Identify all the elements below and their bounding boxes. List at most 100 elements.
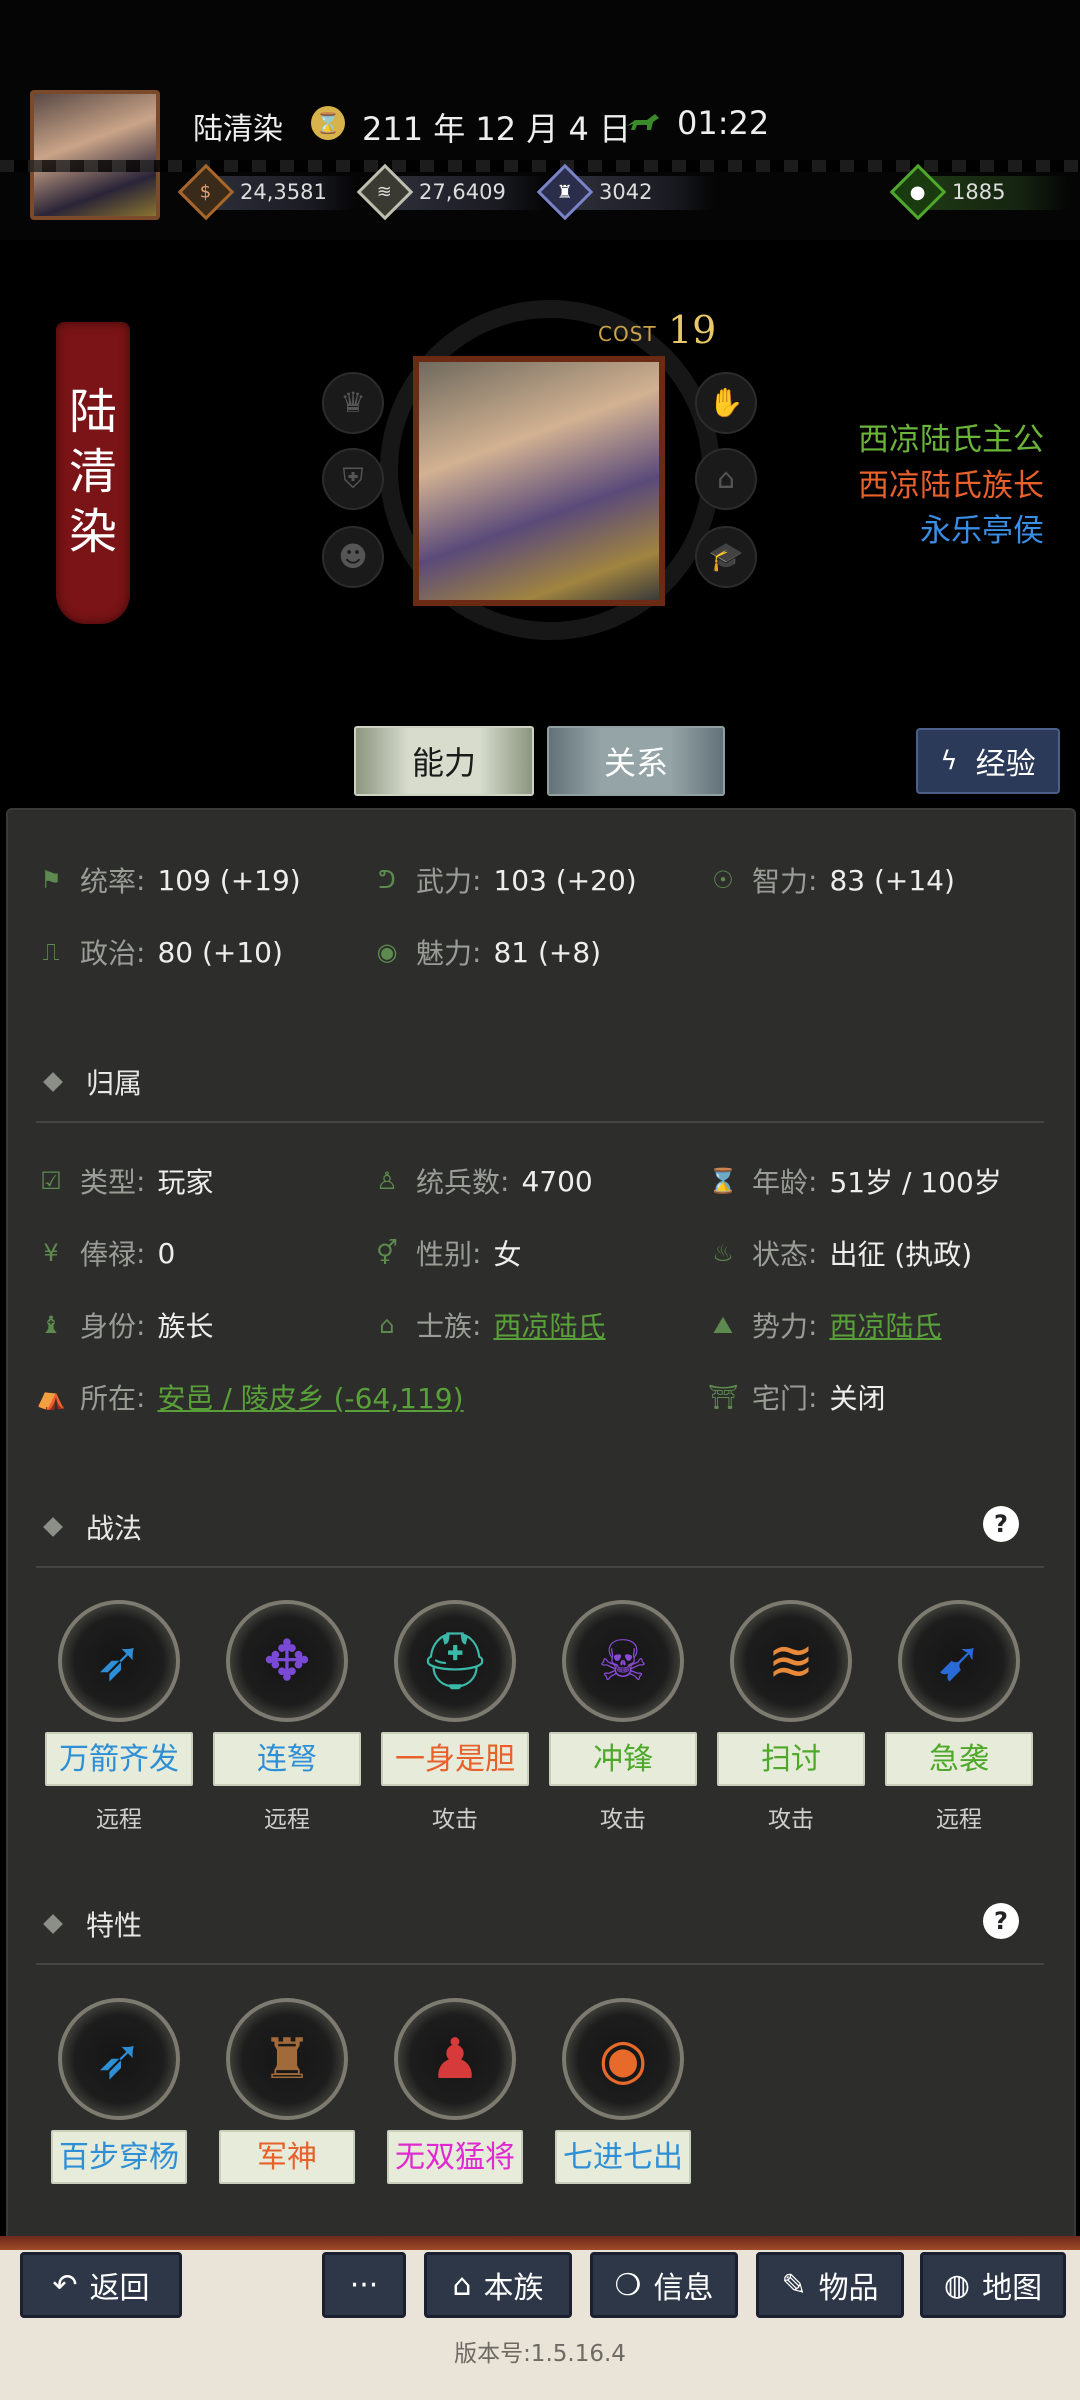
game-time: 01:22 <box>677 104 770 142</box>
divider <box>36 1566 1044 1568</box>
location-link[interactable]: 安邑 / 陵皮乡 (-64,119) <box>157 1377 463 1417</box>
more-button[interactable]: ··· <box>322 2252 406 2318</box>
resource-food[interactable]: ≋ 27,6409 <box>356 163 545 221</box>
calendar-check-icon: ☑ <box>40 1167 62 1195</box>
cost-value: 19 <box>668 308 717 352</box>
exp-button[interactable]: ϟ 经验 <box>916 728 1060 794</box>
hat-slot-icon[interactable]: ⌂ <box>695 448 757 510</box>
cost-label: COST <box>598 322 657 346</box>
coin-icon: $ <box>177 163 235 221</box>
hero-title-2: 西凉陆氏族长 <box>858 468 1044 504</box>
eye-icon: ◉ <box>376 938 398 966</box>
helmet-icon: ⛑ <box>394 1600 516 1722</box>
yen-icon: ¥ <box>43 1239 59 1267</box>
resource-money[interactable]: $ 24,3581 <box>177 163 356 221</box>
pouch-icon: ● <box>889 163 947 221</box>
tactic-item[interactable]: ☠ 冲锋 攻击 <box>548 1600 698 1834</box>
gate-icon: ⛩ <box>708 1383 739 1411</box>
traits-help-icon[interactable]: ? <box>983 1903 1019 1939</box>
info-clan: ⌂ 士族: 西凉陆氏 <box>372 1305 605 1345</box>
info-identity: ♝ 身份: 族长 <box>36 1305 213 1345</box>
map-button[interactable]: ◍ 地图 <box>920 2252 1066 2318</box>
info-gate: ⛩ 宅门: 关闭 <box>708 1380 886 1416</box>
calendar-icon: ⌛ <box>311 106 345 140</box>
back-button[interactable]: ↶ 返回 <box>20 2252 182 2318</box>
scholar-slot-icon[interactable]: 🎓 <box>695 526 757 588</box>
trait-item[interactable]: ◉ 七进七出 <box>548 1998 698 2184</box>
trait-item[interactable]: ➶ 百步穿杨 <box>44 1998 194 2184</box>
info-location: ⛺ 所在: 安邑 / 陵皮乡 (-64,119) <box>36 1377 463 1417</box>
info-type: ☑ 类型: 玩家 <box>36 1161 213 1201</box>
player-avatar[interactable] <box>30 90 160 220</box>
tent-icon: ⛺ <box>36 1383 66 1411</box>
stat-intellect: ☉ 智力: 83 (+14) <box>708 860 955 900</box>
hero-title-3: 永乐亭侯 <box>920 513 1044 549</box>
section-traits: 特性 <box>36 1904 142 1944</box>
diamond-icon <box>43 1914 63 1934</box>
divider <box>36 1963 1044 1965</box>
bag-icon: ✎ <box>781 2267 807 2303</box>
trait-item[interactable]: ♟ 无双猛将 <box>380 1998 530 2184</box>
clan-button[interactable]: ⌂ 本族 <box>424 2252 572 2318</box>
tactic-item[interactable]: ≋ 扫讨 攻击 <box>716 1600 866 1834</box>
soldier-icon: ♜ <box>536 163 594 221</box>
info-status: ♨ 状态: 出征 (执政) <box>708 1233 972 1273</box>
age-icon: ⌛ <box>708 1167 738 1195</box>
faction-link[interactable]: 西凉陆氏 <box>829 1305 941 1345</box>
hero-name-banner: 陆 清 染 <box>56 322 130 624</box>
items-button[interactable]: ✎ 物品 <box>756 2252 904 2318</box>
chess-icon: ♝ <box>40 1311 62 1339</box>
player-name: 陆清染 <box>193 112 283 147</box>
divider <box>36 1121 1044 1123</box>
crossbow-icon: ✥ <box>226 1600 348 1722</box>
arrows-icon: ➶ <box>58 1600 180 1722</box>
hero-portrait[interactable] <box>413 356 665 606</box>
crown-slot-icon[interactable]: ♛ <box>322 372 384 434</box>
mask-slot-icon[interactable]: ☻ <box>322 526 384 588</box>
sweep-icon: ≋ <box>730 1600 852 1722</box>
info-troop-count: ♙ 统兵数: 4700 <box>372 1161 592 1201</box>
arm-icon: ᕤ <box>378 866 396 894</box>
grain-icon: ≋ <box>356 163 414 221</box>
eye-shield-icon: ◉ <box>562 1998 684 2120</box>
hat-icon: ⌂ <box>379 1311 395 1339</box>
status-icon: ♨ <box>712 1239 734 1267</box>
info-gender: ⚥ 性别: 女 <box>372 1233 521 1273</box>
resource-troops[interactable]: ♜ 3042 <box>536 163 715 221</box>
version-label: 版本号:1.5.16.4 <box>454 2341 626 2367</box>
section-affiliation: 归属 <box>36 1062 142 1102</box>
tactic-item[interactable]: ➹ 急袭 远程 <box>884 1600 1034 1834</box>
info-salary: ¥ 俸禄: 0 <box>36 1233 175 1273</box>
tab-ability[interactable]: 能力 <box>354 726 534 796</box>
person-icon: ♙ <box>376 1167 398 1195</box>
stat-force: ᕤ 武力: 103 (+20) <box>372 860 637 900</box>
stat-politics: ⎍ 政治: 80 (+10) <box>36 932 283 972</box>
tactic-item[interactable]: ➶ 万箭齐发 远程 <box>44 1600 194 1834</box>
gender-icon: ⚥ <box>376 1239 398 1267</box>
chat-icon: ❍ <box>614 2267 642 2303</box>
raid-icon: ➹ <box>898 1600 1020 1722</box>
pierce-arrow-icon: ➶ <box>58 1998 180 2120</box>
helmet-slot-icon[interactable]: ⛨ <box>322 448 384 510</box>
tactic-item[interactable]: ✥ 连弩 远程 <box>212 1600 362 1834</box>
flag-icon: ⚑ <box>40 866 62 894</box>
war-god-icon: ♜ <box>226 1998 348 2120</box>
strongman-icon: ♟ <box>394 1998 516 2120</box>
stat-command: ⚑ 统率: 109 (+19) <box>36 860 301 900</box>
info-button[interactable]: ❍ 信息 <box>590 2252 738 2318</box>
hero-title-1: 西凉陆氏主公 <box>858 422 1044 458</box>
trait-item[interactable]: ♜ 军神 <box>212 1998 362 2184</box>
hat-icon: ⌂ <box>452 2267 472 2303</box>
top-status-bar: 陆清染 ⌛ 211 年 12 月 4 日 01:22 $ 24,3581 ≋ 2… <box>0 0 1080 240</box>
scroll-icon: ⎍ <box>42 938 60 966</box>
game-date: 211 年 12 月 4 日 <box>362 110 632 148</box>
tactic-item[interactable]: ⛑ 一身是胆 攻击 <box>380 1600 530 1834</box>
tactics-help-icon[interactable]: ? <box>983 1506 1019 1542</box>
mountain-icon: ⛰ <box>712 1311 734 1339</box>
clan-link[interactable]: 西凉陆氏 <box>493 1305 605 1345</box>
hand-slot-icon[interactable]: ✋ <box>695 372 757 434</box>
diamond-icon <box>43 1517 63 1537</box>
tab-relation[interactable]: 关系 <box>547 726 725 796</box>
resource-special[interactable]: ● 1885 <box>889 163 1068 221</box>
info-faction: ⛰ 势力: 西凉陆氏 <box>708 1305 942 1345</box>
